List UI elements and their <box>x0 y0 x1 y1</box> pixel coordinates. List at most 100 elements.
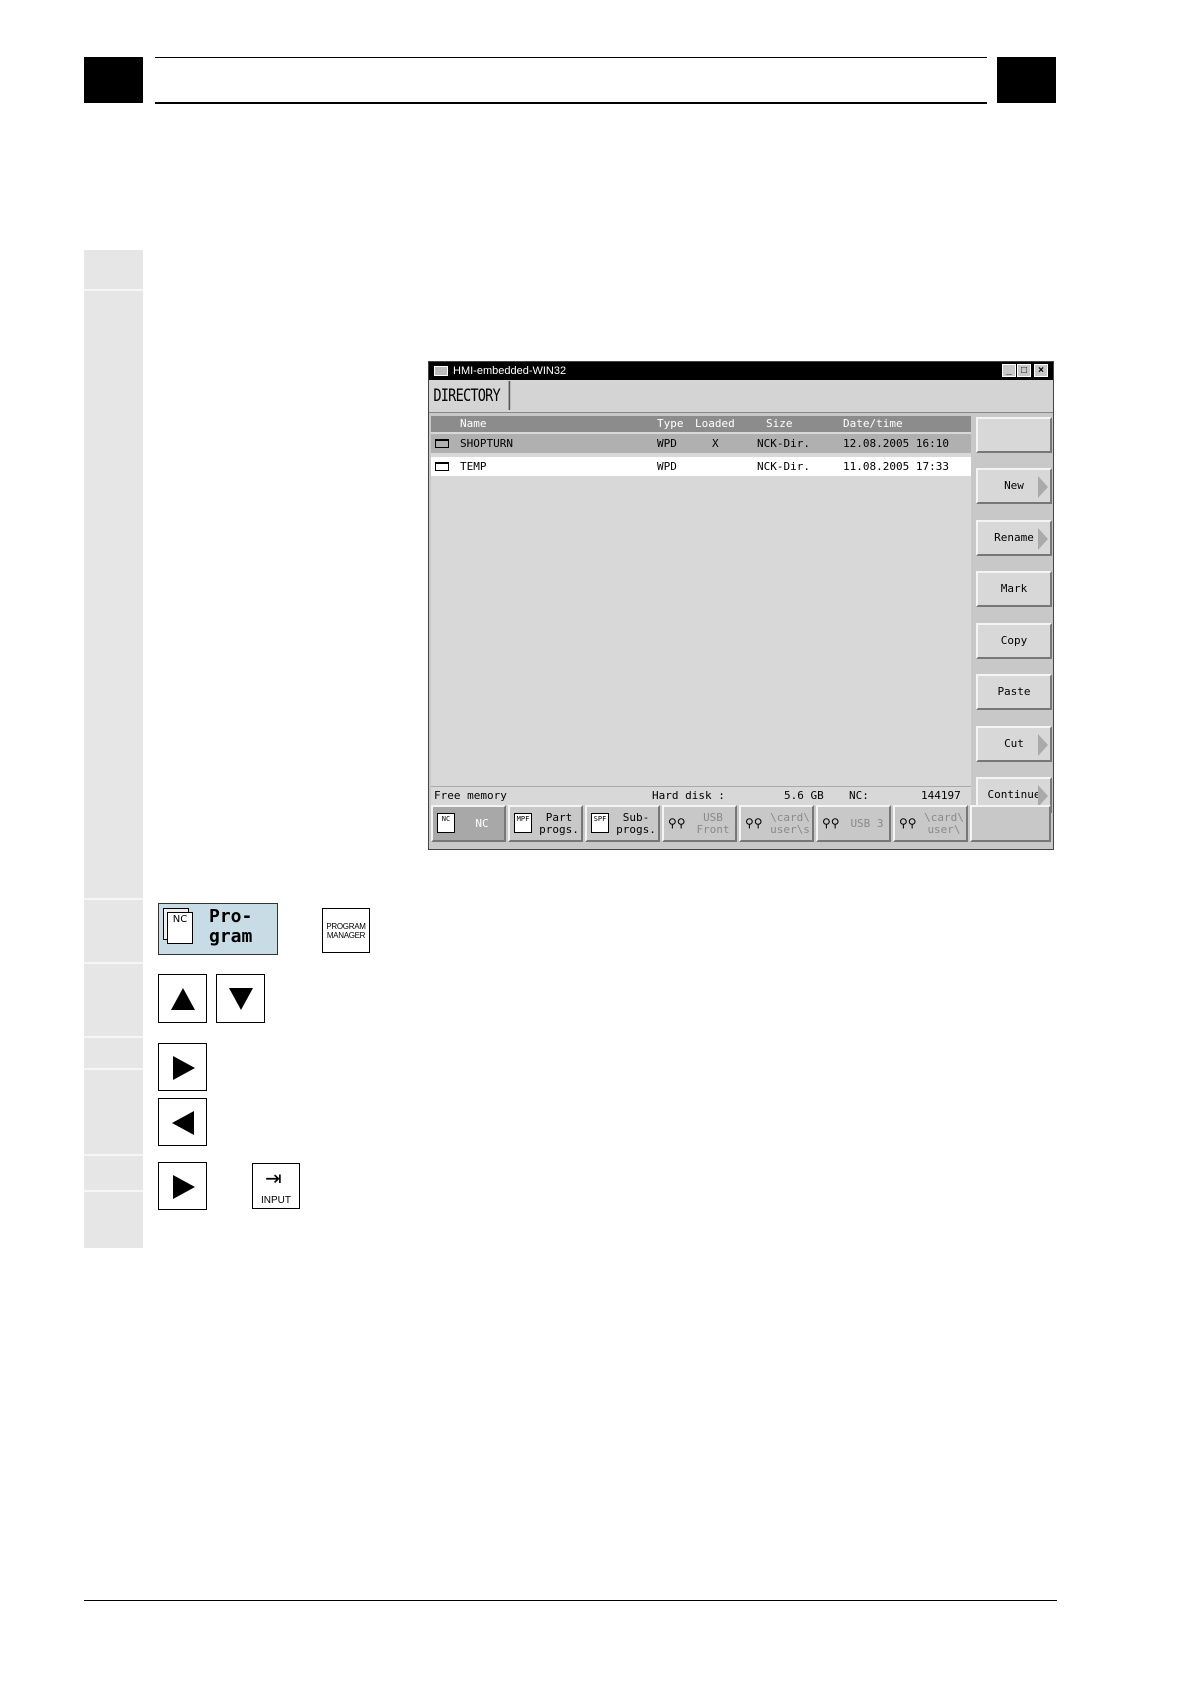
softkey-card-user[interactable]: ⚲⚲ \card\ user\ <box>893 805 968 842</box>
maximize-button[interactable]: □ <box>1017 364 1031 377</box>
table-row[interactable]: SHOPTURN WPD X NCK-Dir. 12.08.2005 16:10 <box>431 434 971 453</box>
softkey-sub-progs-label: Sub-progs. <box>613 812 659 836</box>
continue-button-label: Continue <box>987 788 1041 801</box>
softkey-usb-3[interactable]: ⚲⚲ USB 3 <box>816 805 891 842</box>
input-arrow-icon: ⇥ <box>265 1168 282 1190</box>
label-line2: gram <box>209 926 253 947</box>
strip-separator <box>84 1068 143 1070</box>
row-type: WPD <box>657 460 677 473</box>
label-line2: Front <box>696 823 730 836</box>
usb-icon: ⚲⚲ <box>668 816 686 830</box>
vsoftkey-blank[interactable] <box>976 417 1052 453</box>
paste-button-label: Paste <box>997 685 1031 698</box>
softkey-card-user-label: \card\ user\ <box>921 812 967 836</box>
usb-icon: ⚲⚲ <box>822 816 840 830</box>
paste-button[interactable]: Paste <box>976 674 1052 710</box>
label-line2: progs. <box>539 823 579 836</box>
col-name: Name <box>460 417 487 430</box>
rename-button[interactable]: Rename <box>976 520 1052 556</box>
file-list: Name Type Loaded Size Date/time SHOPTURN… <box>431 416 971 806</box>
softkey-nc-label: NC <box>475 817 489 830</box>
row-size: NCK-Dir. <box>757 437 810 450</box>
cursor-right-key[interactable] <box>158 1162 207 1210</box>
arrow-left-icon <box>172 1111 194 1135</box>
strip-separator <box>84 1154 143 1156</box>
close-button[interactable]: × <box>1034 364 1048 377</box>
usb-icon: ⚲⚲ <box>745 816 763 830</box>
header-left-block <box>84 57 143 103</box>
label-line2: progs. <box>616 823 656 836</box>
col-loaded: Loaded <box>695 417 735 430</box>
footer-rule <box>84 1600 1057 1601</box>
program-manager-key[interactable]: PROGRAM MANAGER <box>322 908 370 953</box>
strip-separator <box>84 1036 143 1038</box>
cursor-left-key[interactable] <box>158 1098 207 1146</box>
rename-button-label: Rename <box>994 531 1034 544</box>
program-softkey-label: Pro-gram <box>209 907 252 947</box>
row-size: NCK-Dir. <box>757 460 810 473</box>
copy-button[interactable]: Copy <box>976 623 1052 659</box>
table-row[interactable]: TEMP WPD NCK-Dir. 11.08.2005 17:33 <box>431 457 971 476</box>
softkey-usb-front[interactable]: ⚲⚲ USB Front <box>662 805 737 842</box>
heading-bar: DIRECTORY <box>429 380 1053 413</box>
row-datetime: 12.08.2005 16:10 <box>843 437 949 450</box>
cursor-down-key[interactable] <box>216 974 265 1023</box>
label-line1: PROGRAM <box>326 922 366 931</box>
label-line2: MANAGER <box>326 931 366 940</box>
row-type: WPD <box>657 437 677 450</box>
new-button[interactable]: New <box>976 468 1052 504</box>
folder-icon <box>435 439 449 448</box>
row-name: SHOPTURN <box>460 437 513 450</box>
side-strip <box>84 250 143 1248</box>
cut-button[interactable]: Cut <box>976 726 1052 762</box>
submenu-arrow-icon <box>1038 476 1048 498</box>
arrow-right-icon <box>173 1175 195 1199</box>
nc-doc-icon: NC <box>167 912 193 944</box>
hard-disk-value: 5.6 GB <box>784 789 824 802</box>
directory-heading: DIRECTORY <box>431 381 511 410</box>
label-line2: user\s <box>770 823 810 836</box>
mark-button[interactable]: Mark <box>976 571 1052 607</box>
softkey-nc[interactable]: NC NC <box>431 805 506 842</box>
minimize-button[interactable]: _ <box>1002 364 1016 377</box>
usb-icon: ⚲⚲ <box>899 816 917 830</box>
col-size: Size <box>766 417 793 430</box>
arrow-right-icon <box>173 1056 195 1080</box>
strip-separator <box>84 962 143 964</box>
folder-icon <box>435 462 449 471</box>
row-loaded: X <box>712 437 719 450</box>
strip-separator <box>84 1190 143 1192</box>
arrow-up-icon <box>171 988 195 1010</box>
header-rule-bottom <box>155 102 987 104</box>
spf-doc-icon: SPF <box>591 813 609 833</box>
copy-button-label: Copy <box>1000 634 1028 647</box>
strip-separator <box>84 898 143 900</box>
softkey-blank[interactable] <box>970 805 1051 842</box>
nc-value: 144197 <box>921 789 961 802</box>
header-right-block <box>997 57 1056 103</box>
input-key[interactable]: ⇥ INPUT <box>252 1163 300 1209</box>
submenu-arrow-icon <box>1038 528 1048 550</box>
arrow-down-icon <box>229 988 253 1010</box>
submenu-arrow-icon <box>1038 734 1048 756</box>
cursor-up-key[interactable] <box>158 974 207 1023</box>
col-type: Type <box>657 417 684 430</box>
input-key-label: INPUT <box>261 1195 291 1206</box>
nc-label: NC: <box>849 789 869 802</box>
hard-disk-label: Hard disk : <box>652 789 725 802</box>
softkey-usb-3-label: USB 3 <box>850 817 884 830</box>
softkey-part-progs[interactable]: MPF Part progs. <box>508 805 583 842</box>
cursor-right-key[interactable] <box>158 1043 207 1091</box>
mpf-doc-icon: MPF <box>514 813 532 833</box>
softkey-card-user-s[interactable]: ⚲⚲ \card\ user\s <box>739 805 814 842</box>
softkey-sub-progs[interactable]: SPF Sub-progs. <box>585 805 660 842</box>
col-datetime: Date/time <box>843 417 903 430</box>
program-softkey[interactable]: NC Pro-gram <box>158 903 278 955</box>
label-line2: user\ <box>927 823 961 836</box>
new-button-label: New <box>1004 479 1024 492</box>
label-line1: Pro- <box>209 906 253 927</box>
hmi-window: HMI-embedded-WIN32 _ □ × DIRECTORY Name … <box>428 361 1054 850</box>
status-bar: Free memory Hard disk : 5.6 GB NC: 14419… <box>431 786 971 804</box>
free-memory-label: Free memory <box>434 789 507 802</box>
softkey-part-progs-label: Part progs. <box>536 812 582 836</box>
